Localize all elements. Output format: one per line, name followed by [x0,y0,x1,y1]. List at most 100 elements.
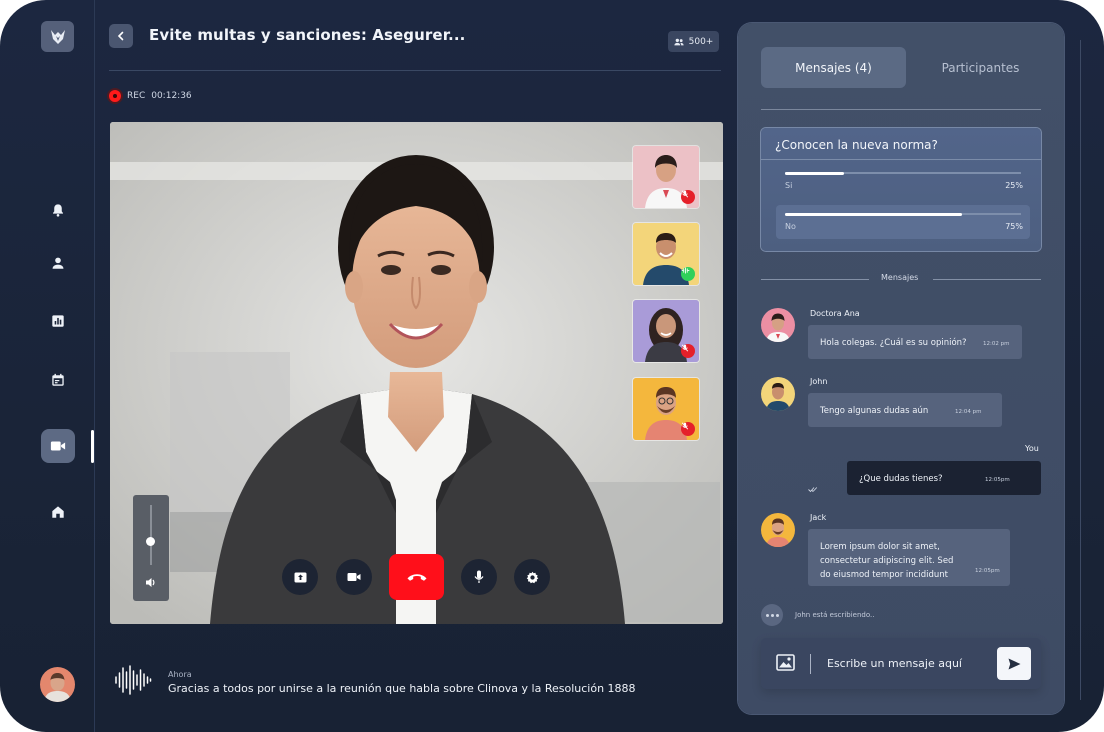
message-time: 12:05pm [975,568,1000,574]
poll-divider [761,159,1041,160]
avatar[interactable] [761,377,795,411]
header-divider [109,70,721,71]
participant-tile-2[interactable] [633,223,699,285]
message-time: 12:05pm [985,477,1010,483]
share-screen-button[interactable] [282,559,318,595]
share-screen-icon [294,572,306,582]
settings-button[interactable] [514,559,550,595]
message-line: consectetur adipiscing elit. Sed [820,556,954,566]
participants-count-badge[interactable]: 500+ [668,31,719,52]
volume-track[interactable] [150,505,152,565]
poll-option-percent: 75% [1005,222,1023,231]
typing-dots-icon [761,604,783,626]
message-text: Lorem ipsum dolor sit amet, consectetur … [820,540,953,582]
message-text: ¿Que dudas tienes? [859,474,943,484]
meeting-title: Evite multas y sanciones: Asegurer... [149,26,466,44]
main-video[interactable] [110,122,723,624]
avatar[interactable] [761,513,795,547]
hang-up-button[interactable] [389,554,444,600]
message-text: Hola colegas. ¿Cuál es su opinión? [820,338,967,348]
tab-messages[interactable]: Mensajes (4) [761,47,906,88]
calendar-icon[interactable] [41,363,75,397]
audio-waveform-icon [115,665,152,695]
read-receipt-icon [808,487,818,493]
home-icon[interactable] [41,495,75,529]
microphone-button[interactable] [461,559,497,595]
message-line: Lorem ipsum dolor sit amet, [820,542,940,552]
people-icon [674,38,684,45]
tab-participants[interactable]: Participantes [918,47,1043,88]
poll-question: ¿Conocen la nueva norma? [775,138,938,152]
poll-option-label: No [785,222,796,231]
send-button[interactable] [997,647,1031,680]
participant-tile-4[interactable] [633,378,699,440]
recording-indicator: REC 00:12:36 [109,90,192,102]
poll-bar-track [785,212,1021,216]
hang-up-icon [407,574,426,581]
poll-card: ¿Conocen la nueva norma? Si 25% No 75% [761,128,1041,251]
record-dot-icon [109,90,121,102]
volume-slider[interactable] [133,495,169,601]
back-button[interactable] [109,24,133,48]
message-time: 12:02 pm [983,341,1010,347]
message-sender-you: You [1025,444,1039,453]
message-text: Tengo algunas dudas aún [820,406,929,416]
message-sender: Jack [810,513,827,522]
message-bubble: Lorem ipsum dolor sit amet, consectetur … [808,529,1010,586]
mic-muted-icon [681,344,695,358]
participants-count: 500+ [688,36,714,47]
user-icon[interactable] [41,246,75,280]
poll-bar-fill [785,171,844,175]
send-icon [1008,658,1020,669]
typing-text: John está escribiendo.. [795,611,875,619]
volume-knob[interactable] [146,537,155,546]
poll-option-no[interactable]: No 75% [776,205,1030,239]
message-sender: Doctora Ana [810,309,860,318]
panel-edge-line [1080,40,1081,700]
bell-icon[interactable] [41,193,75,227]
mic-muted-icon [681,422,695,436]
settings-icon [526,571,538,583]
left-sidebar [0,0,95,732]
message-line: do eiusmod tempor incididunt [820,570,948,580]
speaker-video-image [110,122,723,624]
chat-panel: Mensajes (4) Participantes ¿Conocen la n… [738,23,1064,714]
video-icon[interactable] [41,429,75,463]
participant-tile-1[interactable] [633,146,699,208]
profile-avatar[interactable] [40,667,75,702]
message-input[interactable]: Escribe un mensaje aquí [827,657,962,670]
mic-active-icon [681,267,695,281]
camera-icon [347,573,361,581]
chart-icon[interactable] [41,304,75,338]
message-time: 12:04 pm [955,409,982,415]
message-bubble-own: ¿Que dudas tienes? 12:05pm [847,461,1041,495]
poll-bar-fill [785,212,962,216]
transcript-text: Gracias a todos por unirse a la reunión … [168,682,636,695]
composer-divider [810,654,811,674]
poll-option-percent: 25% [1005,181,1023,190]
message-bubble: Tengo algunas dudas aún 12:04 pm [808,393,1002,427]
message-composer: Escribe un mensaje aquí [761,638,1041,689]
rec-label: REC [127,91,146,101]
participant-tile-3[interactable] [633,300,699,362]
poll-bar-track [785,171,1021,175]
message-bubble: Hola colegas. ¿Cuál es su opinión? 12:02… [808,325,1022,359]
logo-icon[interactable] [41,21,74,52]
transcript-time: Ahora [168,670,192,679]
microphone-icon [474,570,484,583]
messages-divider: Mensajes [761,273,1041,285]
image-attach-icon[interactable] [776,654,795,671]
mic-muted-icon [681,190,695,204]
app-window: Evite multas y sanciones: Asegurer... 50… [0,0,1104,732]
poll-option-si[interactable]: Si 25% [776,164,1030,198]
poll-option-label: Si [785,181,793,190]
rec-timer: 00:12:36 [151,91,192,101]
tabs-divider [761,109,1041,110]
camera-button[interactable] [336,559,372,595]
avatar[interactable] [761,308,795,342]
messages-section-label: Mensajes [881,273,919,282]
speaker-icon [146,578,155,587]
message-sender: John [810,377,828,386]
active-indicator [91,430,94,463]
typing-indicator: John está escribiendo.. [761,604,874,626]
